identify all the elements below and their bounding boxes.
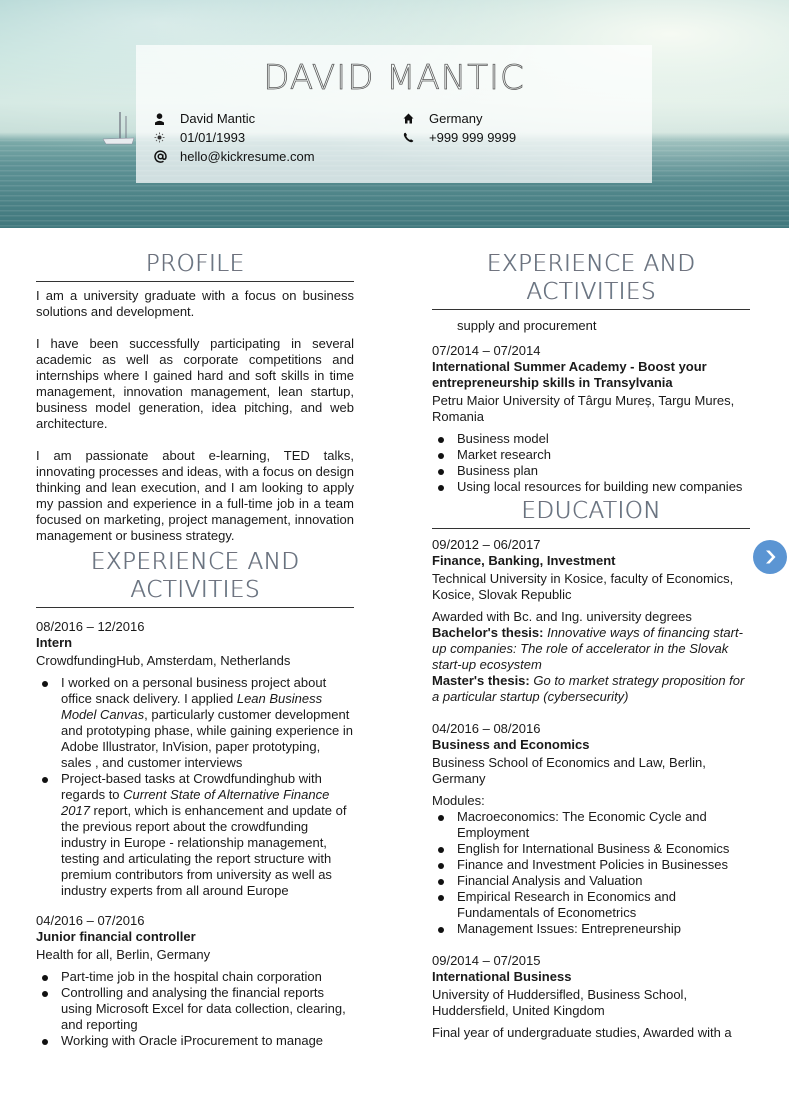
left-column: PROFILE I am a university graduate with …	[36, 250, 354, 1049]
bullet-item: Business model	[438, 431, 750, 447]
entry-date: 04/2016 – 08/2016	[432, 721, 541, 736]
chevron-right-circle-icon	[766, 550, 776, 564]
section-title-experience: EXPERIENCE AND ACTIVITIES	[36, 548, 354, 608]
candidate-name: DAVID MANTIC	[263, 58, 525, 99]
contact-card: DAVID MANTIC David Mantic 01/01/1993 hel…	[136, 45, 652, 183]
bachelor-thesis: Bachelor's thesis: Innovative ways of fi…	[432, 625, 743, 672]
bullet-item: Management Issues: Entrepreneurship	[438, 921, 750, 937]
next-page-button[interactable]	[753, 540, 787, 574]
sailboat-image	[102, 112, 135, 145]
experience-section: EXPERIENCE AND ACTIVITIES 08/2016 – 12/2…	[36, 548, 354, 1049]
right-column: EXPERIENCE AND ACTIVITIES supply and pro…	[432, 250, 750, 1041]
contact-full-name: David Mantic	[154, 109, 255, 128]
continued-bullet-text: supply and procurement	[457, 318, 597, 333]
section-title-profile: PROFILE	[36, 250, 354, 282]
bullet-item: Market research	[438, 447, 750, 463]
entry-title: Junior financial controller	[36, 929, 196, 944]
sun-icon	[154, 132, 180, 143]
bullet-item: Empirical Research in Economics and Fund…	[438, 889, 750, 921]
bullet-item: Using local resources for building new c…	[438, 479, 750, 495]
bullet-item: Finance and Investment Policies in Busin…	[438, 857, 750, 873]
entry-title: Finance, Banking, Investment	[432, 553, 616, 568]
entry-organization: CrowdfundingHub, Amsterdam, Netherlands	[36, 653, 291, 668]
bullet-item: I worked on a personal business project …	[42, 675, 353, 770]
contact-location: Germany	[403, 109, 482, 128]
entry-description: Awarded with Bc. and Ing. university deg…	[432, 609, 750, 705]
bullet-item: Financial Analysis and Valuation	[438, 873, 750, 889]
entry-title: Business and Economics	[432, 737, 590, 752]
bullet-item: Part-time job in the hospital chain corp…	[42, 969, 354, 985]
bullet-item: English for International Business & Eco…	[438, 841, 750, 857]
entry-organization: Business School of Economics and Law, Be…	[432, 755, 706, 786]
entry-organization: University of Huddersifled, Business Sch…	[432, 987, 688, 1018]
home-icon	[403, 113, 429, 124]
contact-birthdate: 01/01/1993	[154, 128, 245, 147]
bullet-item: Macroeconomics: The Economic Cycle and E…	[438, 809, 750, 841]
entry-organization: Technical University in Kosice, faculty …	[432, 571, 734, 602]
header-banner: DAVID MANTIC David Mantic 01/01/1993 hel…	[0, 0, 789, 228]
education-entry: 04/2016 – 08/2016 Business and Economics…	[432, 721, 750, 937]
profile-section: PROFILE I am a university graduate with …	[36, 250, 354, 544]
profile-paragraph: I am a university graduate with a focus …	[36, 288, 354, 319]
entry-date: 08/2016 – 12/2016	[36, 619, 145, 634]
section-title-experience: EXPERIENCE AND ACTIVITIES	[432, 250, 750, 310]
entry-bullets: Business model Market research Business …	[432, 431, 750, 495]
section-title-education: EDUCATION	[432, 497, 750, 529]
entry-description: Modules:	[432, 793, 485, 808]
experience-entry: 04/2016 – 07/2016 Junior financial contr…	[36, 913, 354, 1049]
entry-date: 07/2014 – 07/2014	[432, 343, 541, 358]
entry-date: 09/2014 – 07/2015	[432, 953, 541, 968]
experience-section-continued: EXPERIENCE AND ACTIVITIES supply and pro…	[432, 250, 750, 495]
bullet-item: Working with Oracle iProcurement to mana…	[42, 1033, 354, 1049]
entry-title: International Business	[432, 969, 572, 984]
entry-bullets: Part-time job in the hospital chain corp…	[36, 969, 354, 1049]
phone-icon	[403, 132, 429, 143]
contact-email[interactable]: hello@kickresume.com	[154, 147, 315, 166]
entry-date: 04/2016 – 07/2016	[36, 913, 145, 928]
profile-text: I am a university graduate with a focus …	[36, 288, 354, 544]
bullet-item: Controlling and analysing the financial …	[42, 985, 354, 1033]
education-section: EDUCATION 09/2012 – 06/2017 Finance, Ban…	[432, 497, 750, 1041]
bullet-item: Project-based tasks at Crowdfundinghub w…	[42, 771, 354, 899]
entry-bullets: I worked on a personal business project …	[36, 675, 354, 899]
profile-paragraph: I have been successfully participating i…	[36, 336, 354, 431]
experience-entry: 07/2014 – 07/2014 International Summer A…	[432, 343, 750, 495]
user-icon	[154, 112, 180, 125]
experience-entry: 08/2016 – 12/2016 Intern CrowdfundingHub…	[36, 619, 354, 899]
entry-description: Final year of undergraduate studies, Awa…	[432, 1025, 732, 1040]
master-thesis: Master's thesis: Go to market strategy p…	[432, 673, 745, 704]
entry-date: 09/2012 – 06/2017	[432, 537, 541, 552]
contact-phone: +999 999 9999	[403, 128, 516, 147]
bullet-item: Business plan	[438, 463, 750, 479]
entry-bullets: Macroeconomics: The Economic Cycle and E…	[432, 809, 750, 937]
at-icon	[154, 150, 180, 163]
profile-paragraph: I am passionate about e-learning, TED ta…	[36, 448, 354, 543]
education-entry: 09/2014 – 07/2015 International Business…	[432, 953, 750, 1041]
entry-title: International Summer Academy - Boost you…	[432, 359, 707, 390]
entry-organization: Health for all, Berlin, Germany	[36, 947, 211, 962]
entry-organization: Petru Maior University of Târgu Mureș, T…	[432, 393, 735, 424]
entry-title: Intern	[36, 635, 73, 650]
education-entry: 09/2012 – 06/2017 Finance, Banking, Inve…	[432, 537, 750, 705]
